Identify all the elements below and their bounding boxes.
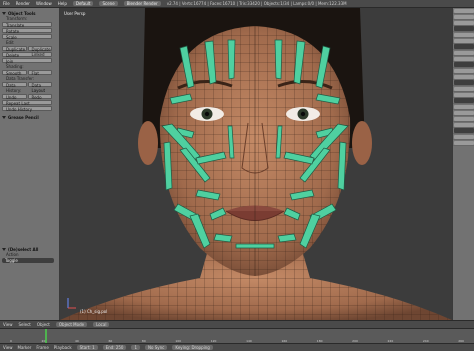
start-frame-label: Start: <box>79 345 91 350</box>
pivot-select[interactable]: Local <box>93 322 110 327</box>
3d-viewport[interactable]: User Persp (1) Ch_sig.pol <box>60 8 452 320</box>
timeline[interactable]: 0 20 40 60 80 100 120 140 160 180 200 22… <box>0 328 474 343</box>
scene-stats: v2.74 | Verts:16774 | Faces:16710 | Tris… <box>166 1 347 6</box>
data-layout-button[interactable]: Data Layout <box>27 82 52 93</box>
join-button[interactable]: Join <box>2 58 52 64</box>
grease-pencil-header[interactable]: Grease Pencil <box>2 114 57 120</box>
rotate-button[interactable]: Rotate <box>2 28 52 34</box>
edit-label: Edit <box>6 40 14 45</box>
scale-button[interactable]: Scale <box>2 34 52 40</box>
sync-select[interactable]: No Sync <box>145 345 168 350</box>
menu-view[interactable]: View <box>3 345 13 350</box>
current-frame-field[interactable]: 1 <box>131 345 141 350</box>
redo-button[interactable]: Redo <box>27 94 52 100</box>
axis-gizmo <box>67 298 76 309</box>
action-label: Action <box>6 252 19 257</box>
end-frame-field[interactable]: End: 250 <box>102 345 127 350</box>
viewport-view-label: User Persp <box>64 11 86 16</box>
transform-label: Transform: <box>6 16 28 21</box>
info-header: File Render Window Help Default Scene Bl… <box>0 0 474 8</box>
smooth-button[interactable]: Smooth <box>2 70 27 76</box>
collapse-triangle-icon <box>2 115 6 119</box>
viewport-header: View Select Object Object Mode Local <box>0 320 474 328</box>
undo-history-button[interactable]: Undo History <box>2 106 52 112</box>
keying-select[interactable]: Keying: Dropping <box>172 345 213 350</box>
menu-render[interactable]: Render <box>16 1 30 6</box>
duplicate-button[interactable]: Duplicate <box>2 46 27 52</box>
start-frame-field[interactable]: Start: 1 <box>76 345 98 350</box>
repeat-last-button[interactable]: Repeat Last <box>2 100 52 106</box>
tool-shelf: Object Tools Transform: Translate Rotate… <box>0 8 60 320</box>
menu-help[interactable]: Help <box>58 1 67 6</box>
collapse-triangle-icon <box>2 11 6 15</box>
duplicate-linked-button[interactable]: Duplicate Linked <box>27 46 52 57</box>
props-row[interactable] <box>453 140 474 146</box>
menu-window[interactable]: Window <box>36 1 52 6</box>
face-mesh-render <box>60 8 452 320</box>
screen-layout-select[interactable]: Default <box>72 1 94 6</box>
undo-button[interactable]: Undo <box>2 94 27 100</box>
render-engine-select[interactable]: Blender Render <box>123 1 161 6</box>
menu-file[interactable]: File <box>3 1 10 6</box>
end-frame-label: End: <box>105 345 115 350</box>
active-object-label: (1) Ch_sig.pol <box>80 309 108 314</box>
translate-button[interactable]: Translate <box>2 22 52 28</box>
shading-label: Shading: <box>6 64 24 69</box>
data-button[interactable]: Data <box>2 82 27 88</box>
menu-view[interactable]: View <box>3 322 13 327</box>
properties-panel <box>452 8 474 320</box>
timeline-header: View Marker Frame Playback Start: 1 End:… <box>0 343 474 351</box>
start-frame-value: 1 <box>92 345 95 350</box>
end-frame-value: 250 <box>115 345 124 350</box>
menu-playback[interactable]: Playback <box>54 345 72 350</box>
flat-button[interactable]: Flat <box>27 70 52 76</box>
history-label: History: <box>6 88 22 93</box>
scene-select[interactable]: Scene <box>99 1 118 6</box>
mode-select[interactable]: Object Mode <box>55 322 88 327</box>
data-transfer-label: Data Transfer: <box>6 76 35 81</box>
collapse-triangle-icon <box>2 247 6 251</box>
action-select[interactable]: Toggle <box>2 258 54 263</box>
menu-object[interactable]: Object <box>37 322 50 327</box>
menu-select[interactable]: Select <box>19 322 31 327</box>
menu-marker[interactable]: Marker <box>18 345 32 350</box>
menu-frame[interactable]: Frame <box>36 345 48 350</box>
